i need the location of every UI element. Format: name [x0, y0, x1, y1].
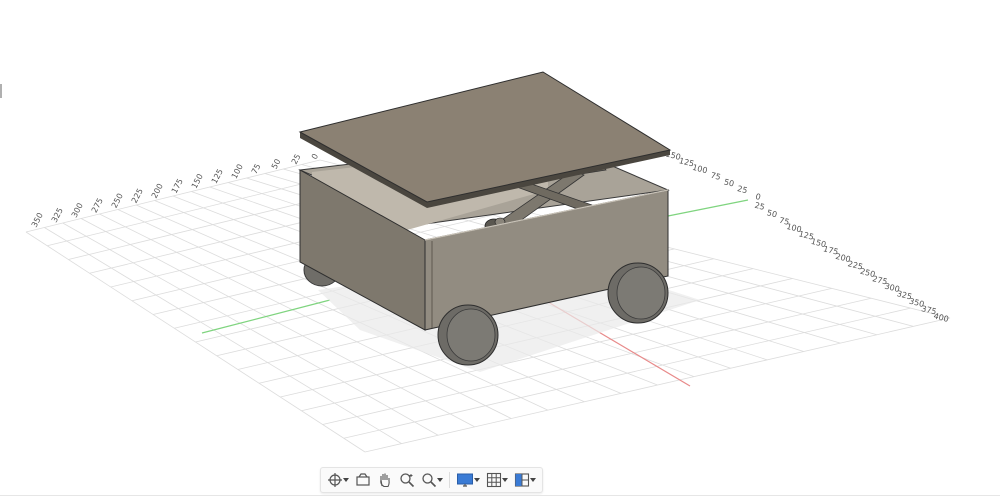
- caret-down-icon[interactable]: [474, 469, 480, 491]
- ruler-tick-label: 125: [210, 168, 225, 186]
- caret-down-icon[interactable]: [343, 469, 349, 491]
- zoom-button[interactable]: [397, 469, 417, 491]
- grid-snap-button[interactable]: [484, 469, 510, 491]
- 3d-viewport[interactable]: 350 325 300 275 250 225 200 175 150 125 100 75 50 25 0…: [0, 0, 1000, 499]
- caret-down-icon[interactable]: [530, 469, 536, 491]
- orbit-icon: [328, 473, 342, 487]
- orbit-button[interactable]: [325, 469, 351, 491]
- y-axis-line-far: [667, 199, 749, 217]
- ruler-tick-label: 100: [691, 163, 708, 175]
- ruler-tick-label: 0: [310, 152, 320, 161]
- ruler-tick-label: 400: [933, 312, 950, 324]
- y-axis-line: [201, 299, 331, 334]
- caret-down-icon[interactable]: [437, 469, 443, 491]
- ruler-tick-label: 25: [754, 201, 766, 212]
- ruler-tick-label: 250: [110, 192, 125, 210]
- zoom-icon: [400, 473, 415, 488]
- ruler-tick-label: 275: [90, 197, 105, 215]
- ruler-tick-label: 75: [250, 162, 263, 175]
- viewports-button[interactable]: [512, 469, 538, 491]
- ruler-right-lower: 2550751001251501752002252502753003253503…: [754, 201, 950, 324]
- caret-down-icon[interactable]: [502, 469, 508, 491]
- fit-button[interactable]: [419, 469, 445, 491]
- ruler-tick-label: 175: [170, 177, 185, 195]
- display-settings-button[interactable]: [454, 469, 482, 491]
- grid-snap-icon: [486, 472, 502, 488]
- navigation-toolbar: [320, 467, 543, 493]
- look-at-button[interactable]: [353, 469, 373, 491]
- ruler-right-upper: 1501251007550250: [665, 150, 762, 202]
- cart-model[interactable]: [298, 71, 700, 372]
- toolbar-separator: [449, 472, 450, 488]
- ruler-tick-label: 150: [190, 172, 205, 190]
- ruler-tick-label: 25: [736, 184, 748, 195]
- ruler-tick-label: 200: [150, 182, 165, 200]
- ruler-left: 350 325 300 275 250 225 200 175 150 125 100 75 50 25 0: [30, 152, 320, 229]
- ruler-tick-label: 25: [290, 153, 303, 166]
- ruler-tick-label: 50: [766, 208, 778, 219]
- status-divider: [0, 495, 1000, 496]
- ruler-tick-label: 350: [30, 211, 45, 229]
- fit-icon: [422, 473, 437, 488]
- ruler-tick-label: 50: [270, 157, 283, 170]
- viewport-edge-marker: [0, 84, 2, 98]
- viewports-icon: [514, 473, 530, 487]
- ruler-tick-label: 100: [230, 163, 245, 181]
- look-at-icon: [356, 473, 370, 486]
- pan-icon: [380, 473, 390, 488]
- pan-button[interactable]: [375, 469, 395, 491]
- display-settings-icon: [457, 473, 473, 487]
- ruler-tick-label: 325: [50, 206, 65, 224]
- ruler-tick-label: 75: [710, 171, 722, 182]
- ruler-tick-label: 225: [130, 187, 145, 205]
- ruler-tick-label: 50: [723, 177, 735, 188]
- ruler-tick-label: 300: [70, 202, 85, 220]
